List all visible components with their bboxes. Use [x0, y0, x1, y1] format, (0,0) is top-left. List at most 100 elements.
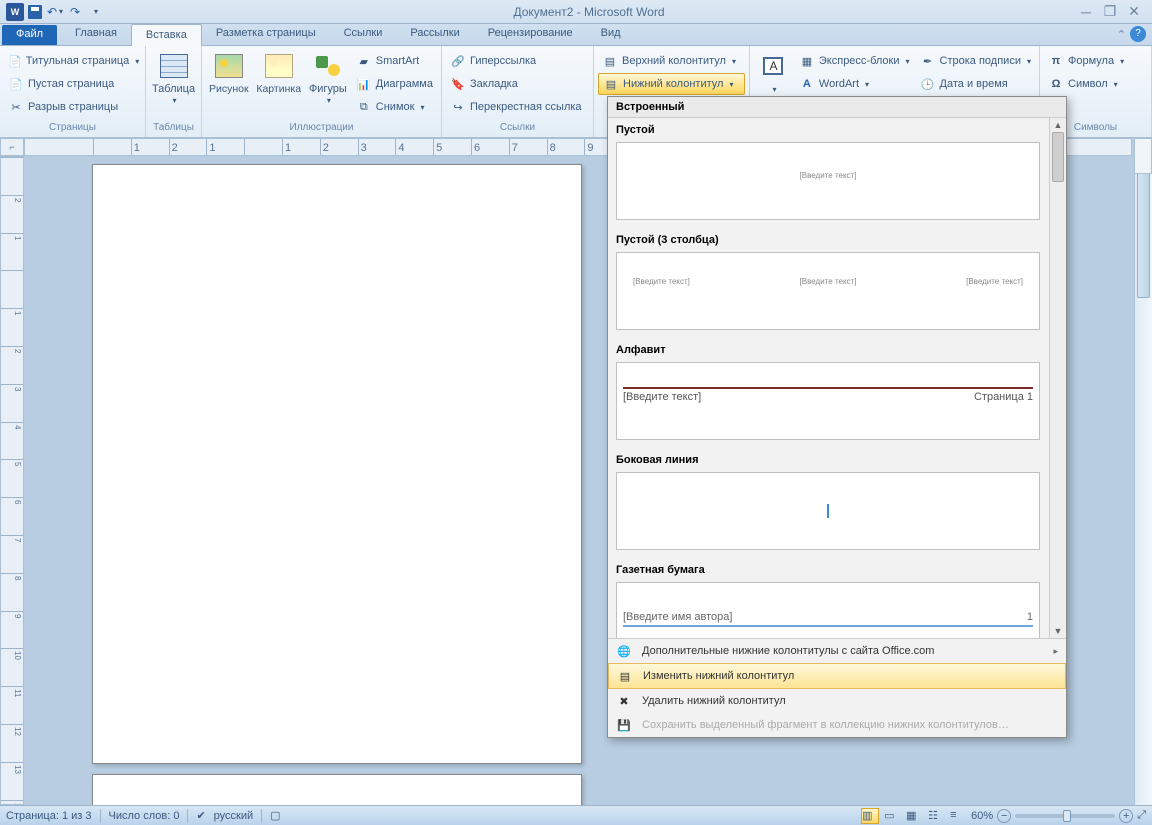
gallery-page-num: 1: [1027, 611, 1033, 623]
quickparts-button[interactable]: ▦Экспресс-блоки▾: [795, 50, 914, 72]
tab-file[interactable]: Файл: [2, 25, 57, 45]
proofing-icon[interactable]: ✔: [196, 809, 205, 822]
group-links-title: Ссылки: [446, 121, 589, 137]
bookmark-button[interactable]: 🔖Закладка: [446, 73, 589, 95]
gallery-placeholder: [Введите текст]: [800, 171, 857, 180]
view-outline-icon[interactable]: ☷: [927, 808, 945, 824]
equation-button[interactable]: πФормула▾: [1044, 50, 1147, 72]
zoom-fit-icon[interactable]: ⤢: [1137, 809, 1146, 822]
group-tables-title: Таблицы: [150, 121, 197, 137]
scroll-up-icon[interactable]: ▲: [1050, 118, 1066, 132]
blank-page-button[interactable]: 📄Пустая страница: [4, 73, 141, 95]
view-web-icon[interactable]: ▦: [905, 808, 923, 824]
chart-button[interactable]: 📊Диаграмма: [352, 73, 437, 95]
tab-mailings[interactable]: Рассылки: [396, 23, 473, 45]
zoom-out-icon[interactable]: −: [997, 809, 1011, 823]
view-draft-icon[interactable]: ≡: [949, 808, 967, 824]
header-label: Верхний колонтитул: [622, 55, 726, 67]
help-icon[interactable]: ?: [1130, 26, 1146, 42]
vertical-scrollbar[interactable]: [1134, 156, 1152, 805]
gallery-scrollbar[interactable]: ▲ ▼: [1049, 118, 1066, 638]
tab-view[interactable]: Вид: [587, 23, 635, 45]
title-bar: W ↶▾ ↷ ▾ Документ2 - Microsoft Word ─ ❐ …: [0, 0, 1152, 24]
picture-label: Рисунок: [209, 84, 249, 95]
tab-home[interactable]: Главная: [61, 23, 131, 45]
hyperlink-button[interactable]: 🔗Гиперссылка: [446, 50, 589, 72]
quickparts-label: Экспресс-блоки: [819, 55, 900, 67]
table-button[interactable]: Таблица▾: [150, 48, 197, 121]
more-footers-button[interactable]: 🌐Дополнительные нижние колонтитулы с сай…: [608, 639, 1066, 663]
scroll-thumb[interactable]: [1137, 168, 1150, 298]
smartart-button[interactable]: ▰SmartArt: [352, 50, 437, 72]
zoom-value[interactable]: 60%: [971, 810, 993, 822]
gallery-placeholder: [Введите текст]: [966, 277, 1023, 286]
status-lang[interactable]: русский: [214, 810, 253, 822]
tab-insert[interactable]: Вставка: [131, 24, 202, 46]
signature-line-button[interactable]: ✒Строка подписи▾: [916, 50, 1035, 72]
task-pane-toggle[interactable]: [1134, 138, 1152, 174]
view-print-layout-icon[interactable]: ▥: [861, 808, 879, 824]
tab-layout[interactable]: Разметка страницы: [202, 23, 330, 45]
page-break-button[interactable]: ✂Разрыв страницы: [4, 96, 141, 118]
save-icon[interactable]: [26, 3, 44, 21]
vertical-ruler[interactable]: 2112345678910111213141516171819202122232…: [0, 156, 24, 805]
qat-customize-icon[interactable]: ▾: [86, 3, 104, 21]
header-button[interactable]: ▤Верхний колонтитул▾: [598, 50, 745, 72]
wordart-button[interactable]: AWordArt▾: [795, 73, 914, 95]
macro-record-icon[interactable]: ▢: [270, 809, 280, 822]
crossref-button[interactable]: ↪Перекрестная ссылка: [446, 96, 589, 118]
word-icon[interactable]: W: [6, 3, 24, 21]
picture-button[interactable]: Рисунок: [206, 48, 252, 121]
zoom-slider[interactable]: [1015, 814, 1115, 818]
tab-review[interactable]: Рецензирование: [474, 23, 587, 45]
symbol-button[interactable]: ΩСимвол▾: [1044, 73, 1147, 95]
shapes-button[interactable]: Фигуры▾: [306, 48, 350, 121]
scroll-thumb[interactable]: [1052, 132, 1064, 182]
zoom-in-icon[interactable]: +: [1119, 809, 1133, 823]
screenshot-button[interactable]: ⧉Снимок▾: [352, 96, 437, 118]
undo-icon[interactable]: ↶▾: [46, 3, 64, 21]
remove-footer-button[interactable]: ✖Удалить нижний колонтитул: [608, 689, 1066, 713]
date-time-button[interactable]: 🕒Дата и время: [916, 73, 1035, 95]
tab-references[interactable]: Ссылки: [330, 23, 397, 45]
shapes-label: Фигуры: [309, 83, 347, 95]
status-words[interactable]: Число слов: 0: [109, 810, 180, 822]
cover-page-label: Титульная страница: [26, 55, 130, 67]
redo-icon[interactable]: ↷: [66, 3, 84, 21]
document-page-1[interactable]: [92, 164, 582, 764]
group-tables: Таблица▾ Таблицы: [146, 46, 202, 137]
restore-icon[interactable]: ❐: [1100, 4, 1120, 20]
crossref-label: Перекрестная ссылка: [470, 101, 582, 113]
document-page-2[interactable]: [92, 774, 582, 805]
view-reading-icon[interactable]: ▭: [883, 808, 901, 824]
clipart-button[interactable]: Картинка: [254, 48, 304, 121]
gallery-item-sideline[interactable]: [616, 472, 1040, 550]
symbol-label: Символ: [1068, 78, 1108, 90]
cover-page-button[interactable]: 📄Титульная страница▾: [4, 50, 141, 72]
equation-label: Формула: [1068, 55, 1114, 67]
gallery-item-empty[interactable]: [Введите текст]: [616, 142, 1040, 220]
save-footer-label: Сохранить выделенный фрагмент в коллекци…: [642, 719, 1009, 731]
footer-button[interactable]: ▤Нижний колонтитул▾: [598, 73, 745, 95]
gallery-item-3cols[interactable]: [Введите текст] [Введите текст] [Введите…: [616, 252, 1040, 330]
group-pages: 📄Титульная страница▾ 📄Пустая страница ✂Р…: [0, 46, 146, 137]
gallery-item-alphabet[interactable]: [Введите текст]Страница 1: [616, 362, 1040, 440]
edit-footer-button[interactable]: ▤Изменить нижний колонтитул: [608, 663, 1066, 689]
smartart-label: SmartArt: [376, 55, 419, 67]
minimize-icon[interactable]: ─: [1076, 4, 1096, 20]
status-page[interactable]: Страница: 1 из 3: [6, 810, 92, 822]
scroll-down-icon[interactable]: ▼: [1050, 624, 1066, 638]
table-label: Таблица: [152, 83, 195, 95]
ribbon-tabs: Файл Главная Вставка Разметка страницы С…: [0, 24, 1152, 46]
close-icon[interactable]: ✕: [1124, 4, 1144, 20]
window-title: Документ2 - Microsoft Word: [110, 5, 1068, 19]
gallery-item-newspaper[interactable]: [Введите имя автора]1: [616, 582, 1040, 638]
chart-label: Диаграмма: [376, 78, 433, 90]
zoom-knob[interactable]: [1063, 810, 1071, 822]
save-footer-button: 💾Сохранить выделенный фрагмент в коллекц…: [608, 713, 1066, 737]
gallery-item-title-2: Алфавит: [608, 338, 1048, 358]
minimize-ribbon-icon[interactable]: ⌃: [1117, 28, 1126, 41]
more-footers-label: Дополнительные нижние колонтитулы с сайт…: [642, 645, 934, 657]
page-break-label: Разрыв страницы: [28, 101, 118, 113]
bookmark-label: Закладка: [470, 78, 518, 90]
